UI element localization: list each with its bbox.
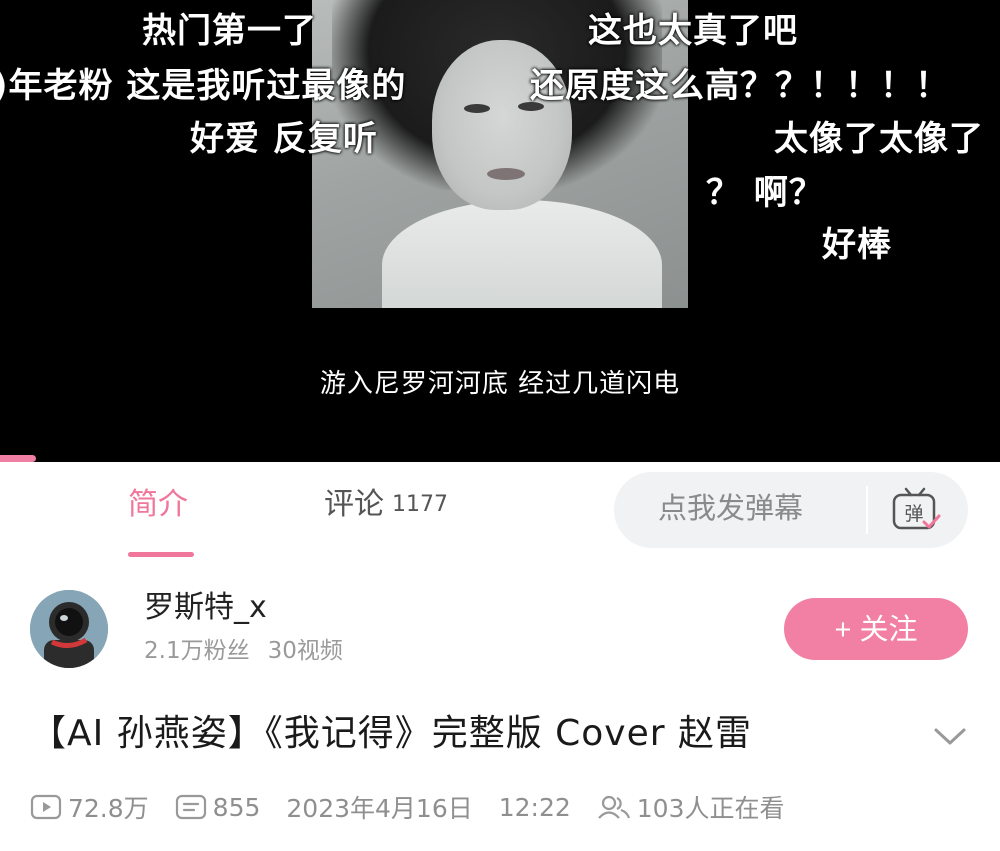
danmaku-toggle-glyph: 弹: [904, 503, 923, 525]
tab-comments[interactable]: 评论 1177: [324, 490, 448, 520]
danmaku-toggle-icon[interactable]: 弹: [890, 486, 942, 534]
video-title: 【AI 孙燕姿】《我记得》完整版 Cover 赵雷: [30, 713, 752, 754]
danmaku-comment: 热门第一了: [142, 11, 317, 51]
publish-date-text: 2023年4月16日: [286, 794, 473, 823]
video-player[interactable]: 热门第一了 这也太真了吧 )年老粉 这是我听过最像的 还原度这么高？？！！！！ …: [0, 0, 1000, 462]
danmaku-comment: 这也太真了吧: [588, 11, 798, 51]
tab-intro-label: 简介: [128, 487, 188, 522]
tab-active-indicator: [128, 552, 194, 557]
danmaku-input[interactable]: 点我发弹幕 弹: [614, 472, 968, 548]
danmaku-comment: 太像了太像了: [774, 119, 984, 159]
danmaku-comment: )年老粉 这是我听过最像的: [0, 66, 407, 106]
video-count: 30视频: [267, 638, 343, 664]
danmaku-comment: 好棒: [822, 225, 892, 265]
danmaku-comment: 好爱 反复听: [190, 119, 378, 159]
danmaku-count: 855: [212, 792, 261, 822]
uploader-stats: 2.1万粉丝 30视频: [144, 640, 361, 663]
tab-intro[interactable]: 简介: [128, 490, 188, 520]
people-icon: [597, 795, 630, 819]
progress-bar[interactable]: [0, 455, 36, 462]
uploader-name[interactable]: 罗斯特_x: [144, 593, 267, 623]
danmaku-comment: ？ 啊？: [706, 173, 824, 213]
comments-count: 1177: [392, 492, 448, 517]
danmaku-count-icon: [175, 794, 206, 820]
lyric-subtitle: 游入尼罗河河底 经过几道闪电: [319, 369, 681, 399]
tab-bar: 简介 评论 1177 点我发弹幕 弹: [0, 462, 1000, 560]
view-count: 72.8万: [68, 794, 149, 823]
views-stat: 72.8万: [30, 789, 149, 825]
uploader-section: 罗斯特_x 2.1万粉丝 30视频 + 关注: [0, 560, 1000, 690]
publish-date: 2023年4月16日: [286, 789, 472, 825]
play-count-icon: [30, 794, 62, 820]
watching-stat: 103人正在看: [597, 789, 785, 825]
divider: [866, 486, 868, 534]
danmaku-stat: 855: [175, 792, 261, 822]
danmaku-input-placeholder: 点我发弹幕: [658, 491, 804, 525]
video-meta: 72.8万 855 2023年4月16日 12:22 103人正在看: [30, 790, 811, 824]
tab-comments-label: 评论: [324, 487, 384, 522]
watching-count: 103人正在看: [636, 794, 785, 823]
publish-time-text: 12:22: [498, 792, 571, 822]
publish-time: 12:22: [499, 793, 571, 822]
follow-button[interactable]: + 关注: [784, 598, 968, 660]
avatar[interactable]: [30, 590, 108, 668]
astronaut-avatar-icon: [30, 590, 108, 668]
danmaku-comment: 还原度这么高？？！！！！: [530, 66, 950, 106]
chevron-down-icon[interactable]: [930, 722, 970, 750]
fans-count: 2.1万粉丝: [144, 638, 250, 664]
